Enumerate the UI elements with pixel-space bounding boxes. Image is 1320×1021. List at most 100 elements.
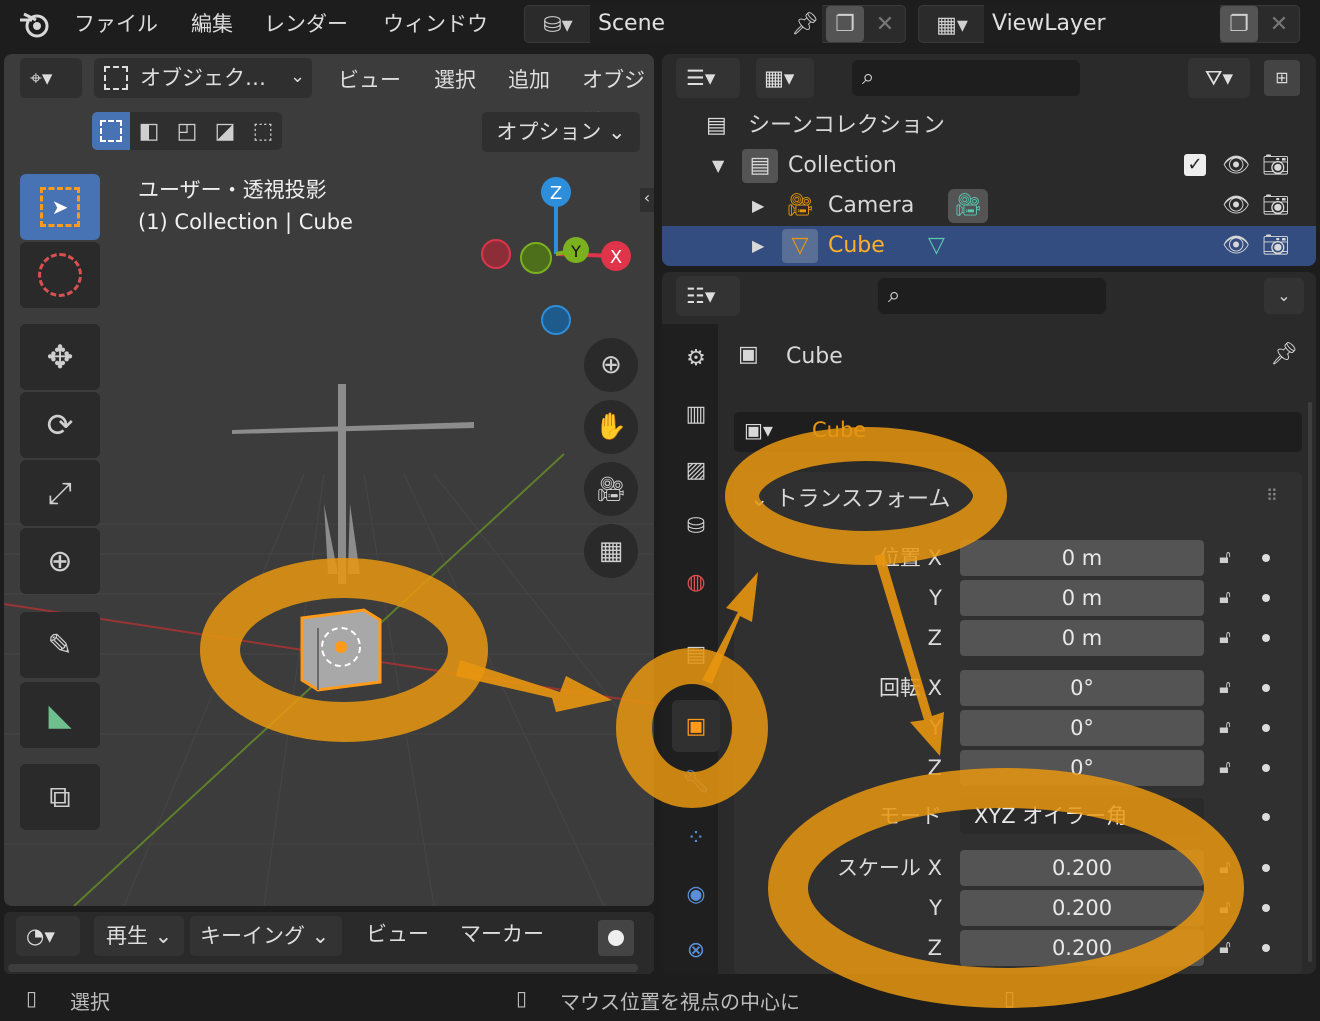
- visibility-eye-icon[interactable]: 👁︎: [1222, 226, 1250, 266]
- transform-panel-header[interactable]: ⌄ トランスフォーム: [750, 480, 950, 520]
- outliner-row-scene-collection[interactable]: ▤ シーンコレクション: [662, 106, 1316, 146]
- viewlayer-name-field[interactable]: ViewLayer: [984, 5, 1220, 43]
- lock-scale-x-icon[interactable]: 🔓︎: [1210, 850, 1240, 886]
- lock-location-y-icon[interactable]: 🔓︎: [1210, 580, 1240, 616]
- new-collection-button[interactable]: ⊞: [1264, 60, 1300, 96]
- viewlayer-browse-button[interactable]: ▦▾: [924, 7, 980, 43]
- render-camera-icon[interactable]: 📷︎: [1262, 226, 1290, 266]
- visibility-eye-icon[interactable]: 👁︎: [1222, 186, 1250, 226]
- properties-editor-type-button[interactable]: ☷▾: [676, 276, 740, 316]
- keying-menu[interactable]: キーイング ⌄: [190, 916, 342, 956]
- mesh-data-icon[interactable]: ▽: [928, 226, 945, 266]
- tool-move[interactable]: ✥: [20, 324, 100, 390]
- tab-object[interactable]: ▣: [672, 700, 720, 752]
- lock-scale-y-icon[interactable]: 🔓︎: [1210, 890, 1240, 926]
- object-name-field[interactable]: ▣▾ Cube: [734, 412, 1302, 452]
- tab-particles[interactable]: ⁘: [672, 812, 720, 864]
- blender-logo-icon[interactable]: [18, 10, 52, 42]
- rotation-x-field[interactable]: 0°: [960, 670, 1204, 706]
- rotation-z-field[interactable]: 0°: [960, 750, 1204, 786]
- keyframe-dot[interactable]: [1262, 684, 1270, 692]
- menu-file[interactable]: ファイル: [74, 8, 158, 40]
- display-mode-button[interactable]: ▦▾: [756, 58, 814, 98]
- expand-right-icon[interactable]: ▶: [752, 226, 764, 266]
- timeline-menu-view[interactable]: ビュー: [366, 916, 429, 952]
- tab-world[interactable]: ◍: [672, 556, 720, 608]
- new-viewlayer-button[interactable]: ❐: [1220, 6, 1258, 42]
- editor-type-button[interactable]: ⌖▾: [20, 58, 82, 98]
- options-dropdown[interactable]: オプション ⌄: [482, 112, 640, 152]
- tab-physics[interactable]: ◉: [672, 868, 720, 920]
- camera-data-icon[interactable]: 🎥︎: [948, 189, 988, 223]
- tool-rotate[interactable]: ⟳: [20, 392, 100, 458]
- viewport-menu-object[interactable]: オブジェ: [582, 62, 654, 128]
- outliner-row-camera[interactable]: ▶ 🎥︎ Camera 🎥︎ 👁︎ 📷︎: [662, 186, 1316, 226]
- keyframe-dot[interactable]: [1262, 554, 1270, 562]
- properties-search-input[interactable]: ⌕: [878, 278, 1106, 314]
- set-new-selection-button[interactable]: [92, 112, 130, 150]
- timeline-editor-type-button[interactable]: ◔▾: [16, 916, 80, 956]
- delete-viewlayer-button[interactable]: ✕: [1260, 6, 1298, 42]
- tab-modifiers[interactable]: 🔧︎: [672, 756, 720, 808]
- tool-add-cube[interactable]: ⧉: [20, 764, 100, 830]
- menu-render[interactable]: レンダー: [264, 8, 348, 40]
- intersect-selection-button[interactable]: ⬚: [244, 112, 282, 150]
- menu-window[interactable]: ウィンドウ: [383, 8, 488, 40]
- properties-scrollbar[interactable]: [1308, 402, 1312, 962]
- scale-z-field[interactable]: 0.200: [960, 930, 1204, 966]
- scene-pin-icon[interactable]: 📌︎: [786, 6, 824, 42]
- lock-scale-z-icon[interactable]: 🔓︎: [1210, 930, 1240, 966]
- outliner-row-cube[interactable]: ▶ ▽ Cube ▽ 👁︎ 📷︎: [662, 226, 1316, 266]
- keyframe-dot[interactable]: [1262, 944, 1270, 952]
- render-camera-icon[interactable]: 📷︎: [1262, 146, 1290, 186]
- tab-tool[interactable]: ⚙: [672, 332, 720, 384]
- rotation-mode-dropdown[interactable]: XYZ オイラー角: [960, 798, 1204, 834]
- location-z-field[interactable]: 0 m: [960, 620, 1204, 656]
- outliner-editor-type-button[interactable]: ☰▾: [676, 58, 740, 98]
- outliner-row-collection[interactable]: ▼ ▤ Collection ✓ 👁︎ 📷︎: [662, 146, 1316, 186]
- pin-icon[interactable]: 📌︎: [1270, 342, 1298, 367]
- invert-selection-button[interactable]: ◪: [206, 112, 244, 150]
- camera-view-button[interactable]: 🎥︎: [584, 462, 638, 516]
- viewport-menu-view[interactable]: ビュー: [338, 62, 401, 98]
- scale-y-field[interactable]: 0.200: [960, 890, 1204, 926]
- subtract-selection-button[interactable]: ◰: [168, 112, 206, 150]
- delete-scene-button[interactable]: ✕: [866, 6, 904, 42]
- lock-rotation-x-icon[interactable]: 🔓︎: [1210, 670, 1240, 706]
- playback-menu[interactable]: 再生 ⌄: [94, 916, 184, 956]
- lock-location-x-icon[interactable]: 🔓︎: [1210, 540, 1240, 576]
- outliner-search-input[interactable]: ⌕: [852, 60, 1080, 96]
- viewport-menu-select[interactable]: 選択: [434, 62, 476, 98]
- tab-constraints[interactable]: ⊗: [672, 924, 720, 974]
- filter-button[interactable]: ⛛▾: [1188, 58, 1250, 98]
- tab-output[interactable]: ▨: [672, 444, 720, 496]
- keyframe-dot[interactable]: [1262, 904, 1270, 912]
- scene-browse-button[interactable]: ⛁▾: [530, 7, 586, 43]
- keyframe-dot[interactable]: [1262, 634, 1270, 642]
- location-x-field[interactable]: 0 m: [960, 540, 1204, 576]
- timeline-scrubber[interactable]: [8, 964, 638, 972]
- location-y-field[interactable]: 0 m: [960, 580, 1204, 616]
- menu-edit[interactable]: 編集: [191, 8, 233, 40]
- auto-keying-button[interactable]: [598, 920, 634, 956]
- tab-collection[interactable]: ▤: [672, 628, 720, 680]
- viewport-menu-add[interactable]: 追加: [508, 62, 550, 98]
- tool-cursor[interactable]: [20, 242, 100, 308]
- tool-annotate[interactable]: ✎: [20, 612, 100, 678]
- drag-handle-icon[interactable]: ⠿: [1266, 486, 1278, 505]
- expand-down-icon[interactable]: ▼: [712, 146, 724, 186]
- sidebar-toggle-icon[interactable]: ‹: [640, 188, 654, 212]
- exclude-checkbox[interactable]: ✓: [1184, 154, 1206, 176]
- zoom-button[interactable]: ⊕: [584, 338, 638, 392]
- extend-selection-button[interactable]: ◧: [130, 112, 168, 150]
- 3d-viewport[interactable]: ⌖▾ オブジェク… ⌄ ビュー 選択 追加 オブジェ ◧ ◰ ◪ ⬚ オプション…: [4, 54, 654, 906]
- visibility-eye-icon[interactable]: 👁︎: [1222, 146, 1250, 186]
- new-scene-button[interactable]: ❐: [826, 6, 864, 42]
- timeline-menu-marker[interactable]: マーカー: [460, 916, 544, 952]
- lock-location-z-icon[interactable]: 🔓︎: [1210, 620, 1240, 656]
- keyframe-dot[interactable]: [1262, 594, 1270, 602]
- render-camera-icon[interactable]: 📷︎: [1262, 186, 1290, 226]
- keyframe-dot[interactable]: [1262, 813, 1270, 821]
- navigation-gizmo[interactable]: Z X Y: [474, 174, 644, 344]
- tool-select-box[interactable]: ➤: [20, 174, 100, 240]
